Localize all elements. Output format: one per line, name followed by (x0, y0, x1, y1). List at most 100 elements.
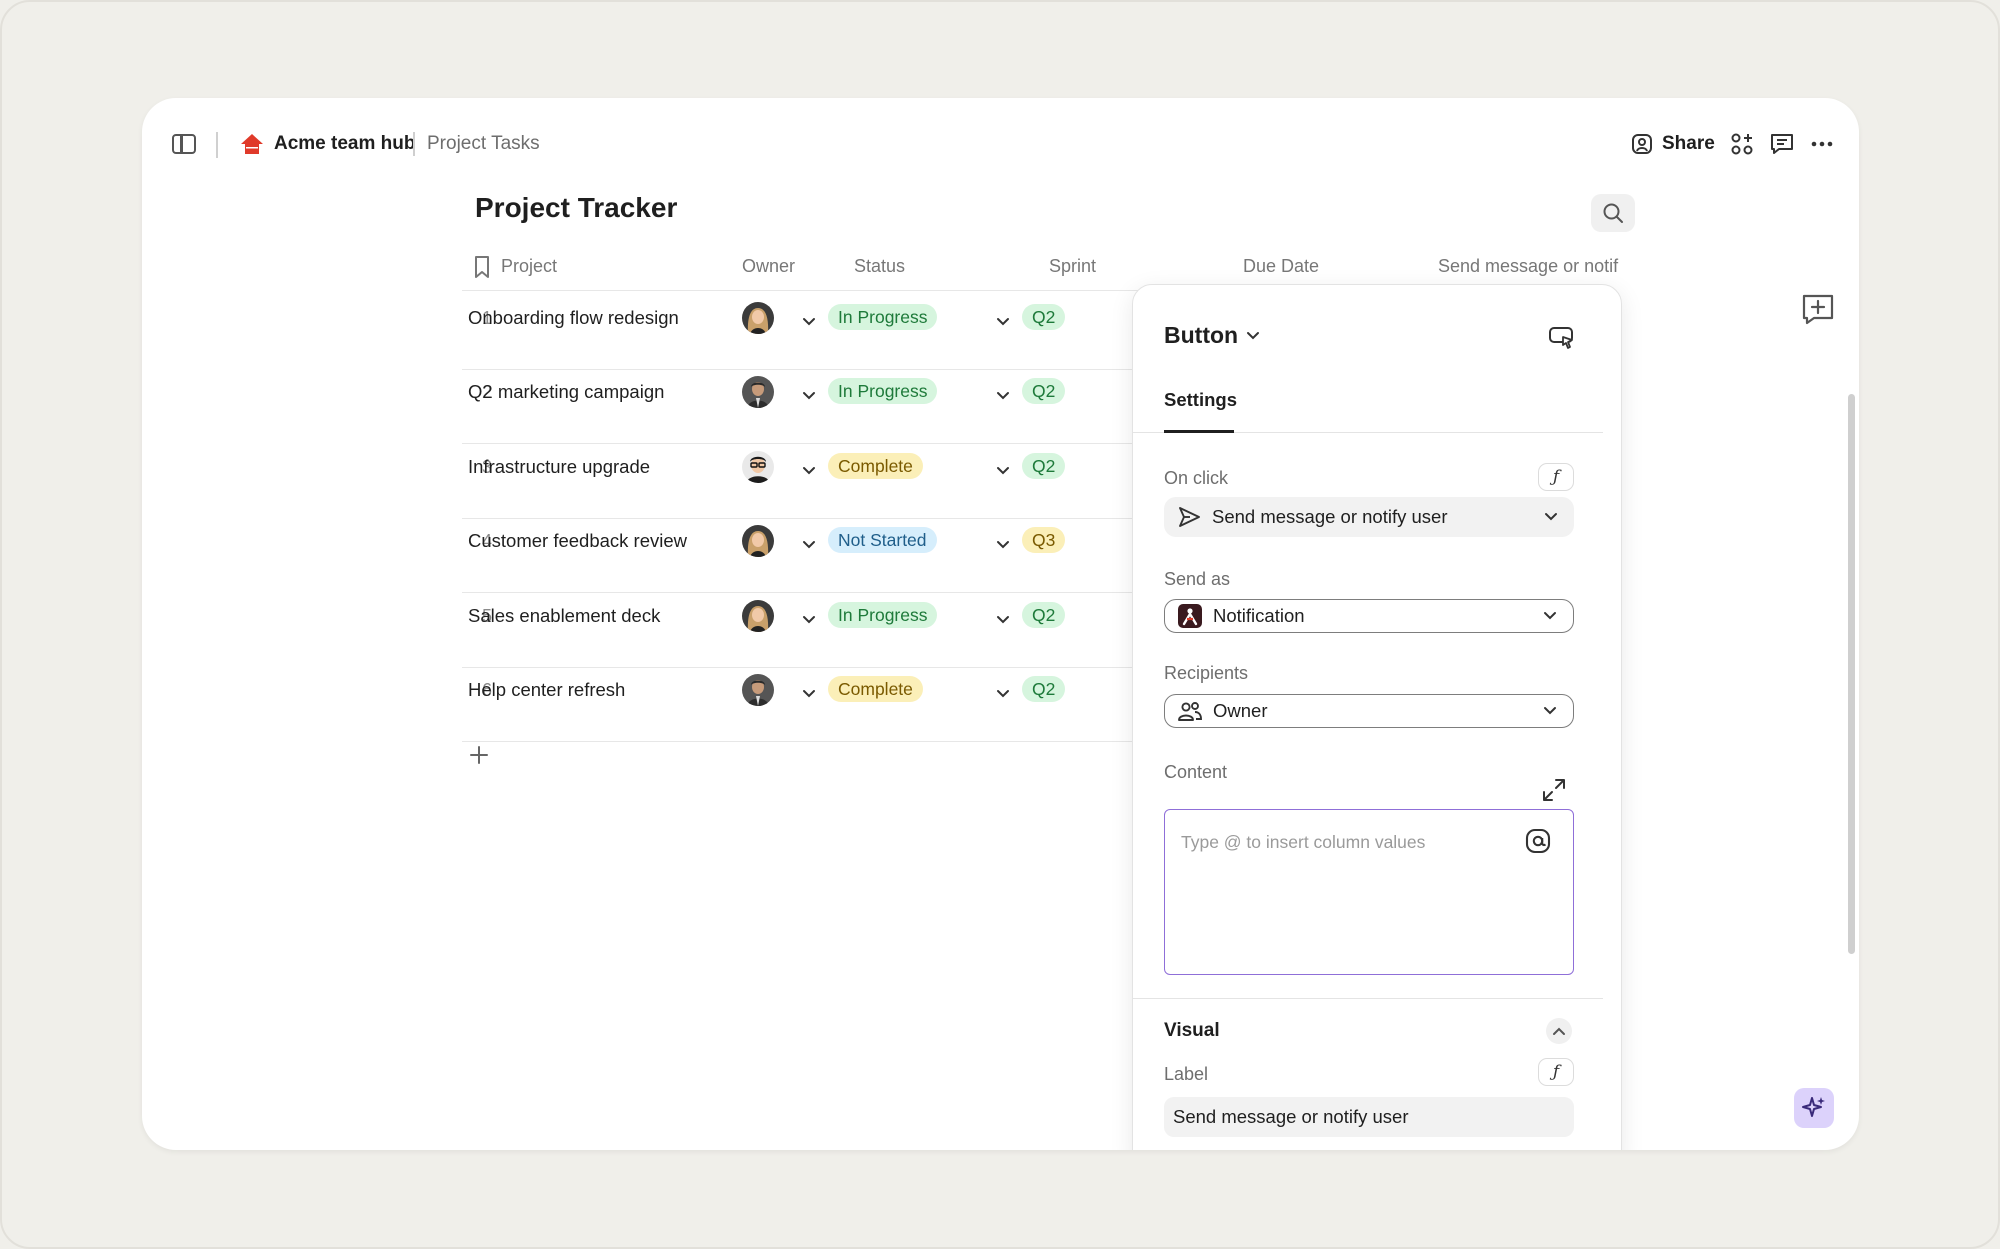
more-icon[interactable] (1808, 130, 1836, 158)
person-icon (1632, 134, 1652, 154)
comment-add-icon[interactable] (1800, 292, 1836, 326)
column-header-send-message[interactable]: Send message or notif (1438, 256, 1620, 277)
at-icon[interactable] (1525, 828, 1551, 854)
send-icon (1176, 504, 1202, 530)
chevron-down-icon[interactable] (996, 314, 1010, 326)
on-click-select[interactable]: Send message or notify user (1164, 497, 1574, 537)
home-icon (241, 134, 263, 154)
column-header-status[interactable]: Status (854, 256, 905, 277)
avatar[interactable] (742, 600, 774, 632)
chevron-down-icon[interactable] (996, 537, 1010, 549)
comment-icon[interactable] (1768, 130, 1796, 158)
button-settings-panel: Button Settings On click ƒ Send message … (1132, 284, 1622, 1150)
recipients-select[interactable]: Owner (1164, 694, 1574, 728)
chevron-down-icon[interactable] (802, 612, 816, 624)
people-icon (1177, 698, 1203, 724)
recipients-value: Owner (1213, 700, 1268, 721)
recipients-label: Recipients (1164, 663, 1249, 683)
section-divider (1133, 998, 1603, 999)
function-icon[interactable]: ƒ (1538, 1058, 1574, 1086)
share-label: Share (1662, 133, 1715, 154)
divider (216, 132, 218, 158)
avatar[interactable] (742, 302, 774, 334)
status-badge[interactable]: In Progress (828, 602, 938, 628)
expand-icon[interactable] (1541, 777, 1567, 803)
sprint-badge[interactable]: Q2 (1022, 453, 1066, 479)
project-name[interactable]: Sales enablement deck (468, 605, 660, 627)
project-name[interactable]: Help center refresh (468, 679, 625, 701)
project-name[interactable]: Onboarding flow redesign (468, 307, 679, 329)
search-icon (1603, 203, 1623, 223)
project-name[interactable]: Customer feedback review (468, 530, 687, 552)
chevron-down-icon (1544, 612, 1556, 620)
status-badge[interactable]: Complete (828, 676, 923, 702)
status-badge[interactable]: In Progress (828, 304, 938, 330)
status-badge[interactable]: In Progress (828, 378, 938, 404)
chevron-down-icon[interactable] (996, 388, 1010, 400)
sprint-badge[interactable]: Q2 (1022, 602, 1066, 628)
app-window: Acme team hub Project Tasks Share Projec… (142, 98, 1859, 1150)
content-textarea[interactable]: Type @ to insert column values (1164, 809, 1574, 975)
label-input[interactable]: Send message or notify user (1164, 1097, 1574, 1137)
chevron-down-icon[interactable] (996, 612, 1010, 624)
tab-active-indicator (1164, 430, 1234, 433)
tab-settings[interactable]: Settings (1164, 389, 1237, 411)
sparkle-icon (1802, 1097, 1825, 1117)
breadcrumb-page[interactable]: Project Tasks (427, 133, 540, 155)
screen-cursor-icon[interactable] (1547, 325, 1577, 351)
share-button[interactable]: Share (1630, 126, 1715, 162)
breadcrumb-hub[interactable]: Acme team hub (274, 133, 415, 155)
sprint-badge[interactable]: Q2 (1022, 676, 1066, 702)
chevron-up-icon (1553, 1027, 1565, 1035)
send-as-value: Notification (1213, 605, 1305, 626)
collapse-visual-button[interactable] (1546, 1018, 1572, 1044)
plus-icon[interactable] (468, 744, 490, 766)
column-header-due-date[interactable]: Due Date (1243, 256, 1319, 277)
sprint-badge[interactable]: Q2 (1022, 378, 1066, 404)
panel-title-dropdown[interactable]: Button (1164, 322, 1260, 349)
chevron-down-icon[interactable] (802, 537, 816, 549)
status-badge[interactable]: Complete (828, 453, 923, 479)
app-logo-icon (1177, 603, 1203, 629)
chevron-down-icon[interactable] (802, 686, 816, 698)
avatar[interactable] (742, 376, 774, 408)
chevron-down-icon[interactable] (802, 314, 816, 326)
send-as-label: Send as (1164, 569, 1231, 589)
on-click-value: Send message or notify user (1212, 506, 1448, 527)
column-header-sprint[interactable]: Sprint (1049, 256, 1096, 277)
ai-assistant-button[interactable] (1794, 1088, 1834, 1128)
column-header-owner[interactable]: Owner (742, 256, 795, 277)
panel-title: Button (1164, 322, 1239, 348)
sprint-badge[interactable]: Q2 (1022, 304, 1066, 330)
chevron-down-icon[interactable] (996, 686, 1010, 698)
page-title: Project Tracker (475, 192, 678, 223)
on-click-label: On click (1164, 468, 1229, 488)
content-placeholder: Type @ to insert column values (1181, 832, 1426, 852)
chevron-down-icon[interactable] (802, 463, 816, 475)
avatar[interactable] (742, 525, 774, 557)
apps-icon[interactable] (1728, 130, 1756, 158)
sprint-badge[interactable]: Q3 (1022, 527, 1066, 553)
bookmark-icon (475, 256, 489, 278)
breadcrumb-separator (413, 132, 415, 156)
column-header-project[interactable]: Project (501, 256, 557, 277)
label-field-label: Label (1164, 1064, 1209, 1084)
sidebar-toggle-icon[interactable] (172, 134, 196, 154)
search-button[interactable] (1591, 194, 1635, 232)
content-label: Content (1164, 762, 1228, 782)
scrollbar[interactable] (1848, 394, 1855, 954)
visual-section-title: Visual (1164, 1020, 1220, 1041)
status-badge[interactable]: Not Started (828, 527, 937, 553)
chevron-down-icon[interactable] (996, 463, 1010, 475)
project-name[interactable]: Infrastructure upgrade (468, 456, 650, 478)
avatar[interactable] (742, 674, 774, 706)
send-as-select[interactable]: Notification (1164, 599, 1574, 633)
chevron-down-icon (1247, 331, 1260, 339)
avatar[interactable] (742, 451, 774, 483)
chevron-down-icon (1544, 707, 1556, 715)
project-name[interactable]: Q2 marketing campaign (468, 381, 664, 403)
top-bar: Acme team hub Project Tasks Share (142, 98, 1859, 194)
chevron-down-icon[interactable] (802, 388, 816, 400)
function-icon[interactable]: ƒ (1538, 463, 1574, 491)
chevron-down-icon (1545, 513, 1557, 521)
